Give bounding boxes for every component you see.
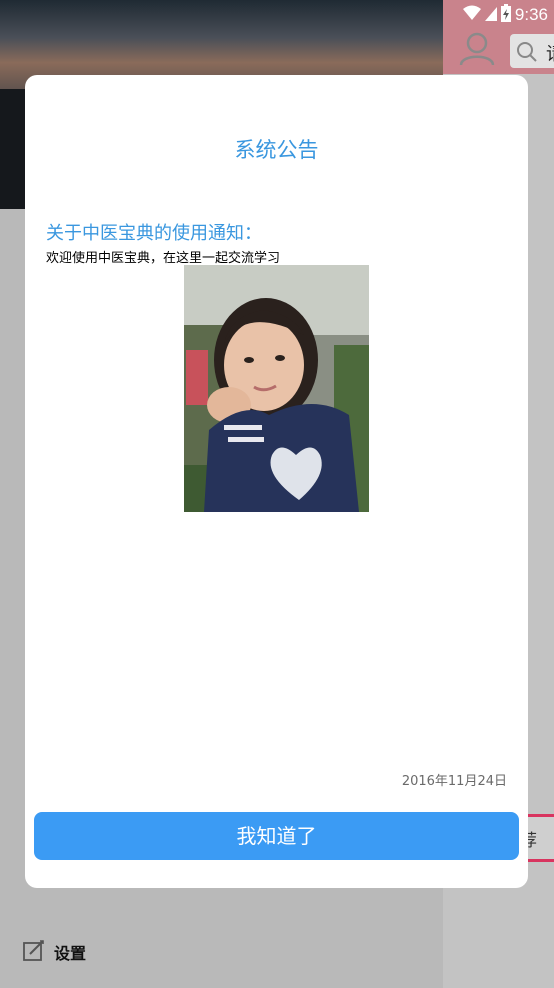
user-avatar-icon[interactable] [458,32,496,66]
settings-label: 设置 [54,944,87,963]
acknowledge-button[interactable]: 我知道了 [34,812,519,860]
notice-body: 欢迎使用中医宝典，在这里一起交流学习 [46,251,281,266]
notice-photo [184,265,369,512]
edit-icon [22,938,46,966]
notice-date: 2016年11月24日 [401,774,507,789]
settings-item[interactable]: 设置 [22,938,86,966]
dialog-title: 系统公告 [234,138,319,162]
announcement-dialog: 系统公告 关于中医宝典的使用通知： 欢迎使用中医宝典，在这里一起交流学习 201… [25,75,528,888]
search-placeholder-text: 请 [546,40,554,66]
notice-title: 关于中医宝典的使用通知： [46,223,262,244]
search-icon [516,41,538,67]
search-box[interactable]: 请 [510,34,554,68]
